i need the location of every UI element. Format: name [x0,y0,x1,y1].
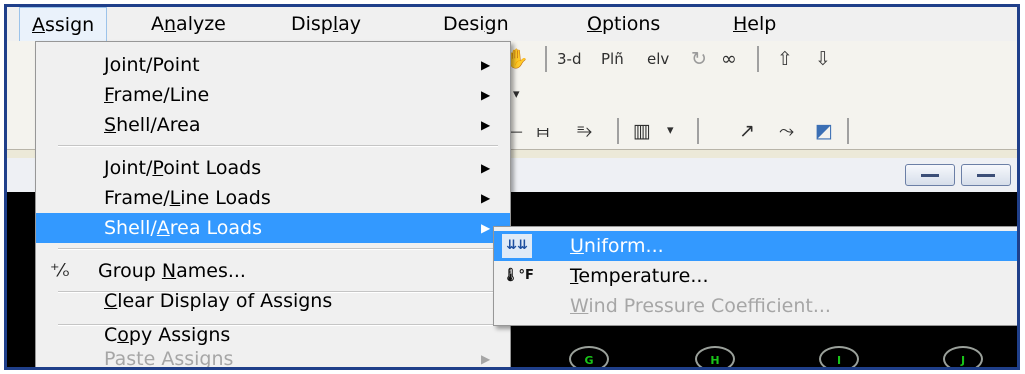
submenu-arrow-icon: ▶ [481,118,491,132]
temperature-load-icon: 🌡°F [502,268,534,283]
plan-view-button[interactable]: Plñ [601,41,624,77]
dropdown-arrow-icon[interactable]: ▾ [667,113,674,149]
submenu-arrow-icon: ▶ [481,352,491,366]
group-names-icon: ⁺⁄ₒ [50,260,70,281]
draw-brace-icon[interactable]: ⧦ [537,113,549,149]
submenu-item-temperature[interactable]: 🌡°F Temperature... [494,261,1017,291]
grid-bubble-g: G [569,346,609,367]
elevation-view-button[interactable]: elv [647,41,669,77]
submenu-arrow-icon: ▶ [481,161,491,175]
menu-item-frame-line-loads[interactable]: Frame/Line Loads ▶ [36,183,510,213]
menu-item-shell-area-loads[interactable]: Shell/Area Loads ▶ [36,213,510,243]
submenu-item-uniform[interactable]: ⇊⇊ Uniform... [494,231,1017,261]
app-window: Assign Analyze Display Design Options He… [4,4,1020,370]
menu-bar: Assign Analyze Display Design Options He… [7,7,1017,42]
submenu-arrow-icon: ▶ [481,88,491,102]
assign-menu: Joint/Point ▶ Frame/Line ▶ Shell/Area ▶ … [35,41,511,367]
toolbar-separator [847,118,849,144]
menu-item-group-names[interactable]: ⁺⁄ₒ Group Names... [36,256,510,286]
rotate-icon[interactable]: ↻ [691,41,707,77]
grid-bubble-i: I [819,346,859,367]
move-down-icon[interactable]: ⇩ [815,41,831,77]
toolbar-separator [617,118,619,144]
toolbar-separator [757,46,759,72]
menu-item-clear-display-of-assigns[interactable]: Clear Display of Assigns [36,286,510,316]
restore-button[interactable] [961,164,1011,186]
minimize-icon [921,174,939,177]
grid-bubble-h: H [695,346,735,367]
submenu-arrow-icon: ▶ [481,58,491,72]
menu-separator [58,248,498,250]
menu-item-joint-point[interactable]: Joint/Point ▶ [36,50,510,80]
restore-icon [977,174,995,177]
submenu-arrow-icon: ▶ [481,191,491,205]
view-3d-button[interactable]: 3-d [557,41,581,77]
toolbar-separator [697,118,699,144]
dropdown-arrow-icon[interactable]: ▾ [513,77,520,113]
menu-separator [58,145,498,147]
select-area-icon[interactable]: ◩ [815,113,833,149]
submenu-item-wind-pressure-coefficient[interactable]: Wind Pressure Coefficient... [494,291,1017,321]
toolbar-separator [545,46,547,72]
menu-item-shell-area[interactable]: Shell/Area ▶ [36,110,510,140]
menu-item-frame-line[interactable]: Frame/Line ▶ [36,80,510,110]
submenu-arrow-icon: ▶ [481,221,491,235]
minimize-button[interactable] [905,164,955,186]
menu-options[interactable]: Options [575,7,672,41]
menu-item-paste-assigns[interactable]: Paste Assigns ▶ [36,344,510,367]
draw-link-icon[interactable]: ⥱ [577,113,592,149]
move-up-icon[interactable]: ⇧ [777,41,793,77]
grid-bubble-j: J [943,346,983,367]
menu-design[interactable]: Design [431,7,521,41]
draw-area-icon[interactable]: ▥ [633,113,651,149]
select-intersect-icon[interactable]: ⤳ [779,113,794,149]
uniform-load-icon: ⇊⇊ [502,234,532,258]
shell-area-loads-submenu: ⇊⇊ Uniform... 🌡°F Temperature... Wind Pr… [493,226,1017,326]
menu-help[interactable]: Help [721,7,788,41]
menu-item-joint-point-loads[interactable]: Joint/Point Loads ▶ [36,153,510,183]
perspective-glasses-icon[interactable]: ∞ [721,41,737,77]
menu-analyze[interactable]: Analyze [139,7,238,41]
menu-display[interactable]: Display [279,7,373,41]
menu-assign[interactable]: Assign [19,7,108,41]
select-pointer-icon[interactable]: ↗ [739,113,755,149]
